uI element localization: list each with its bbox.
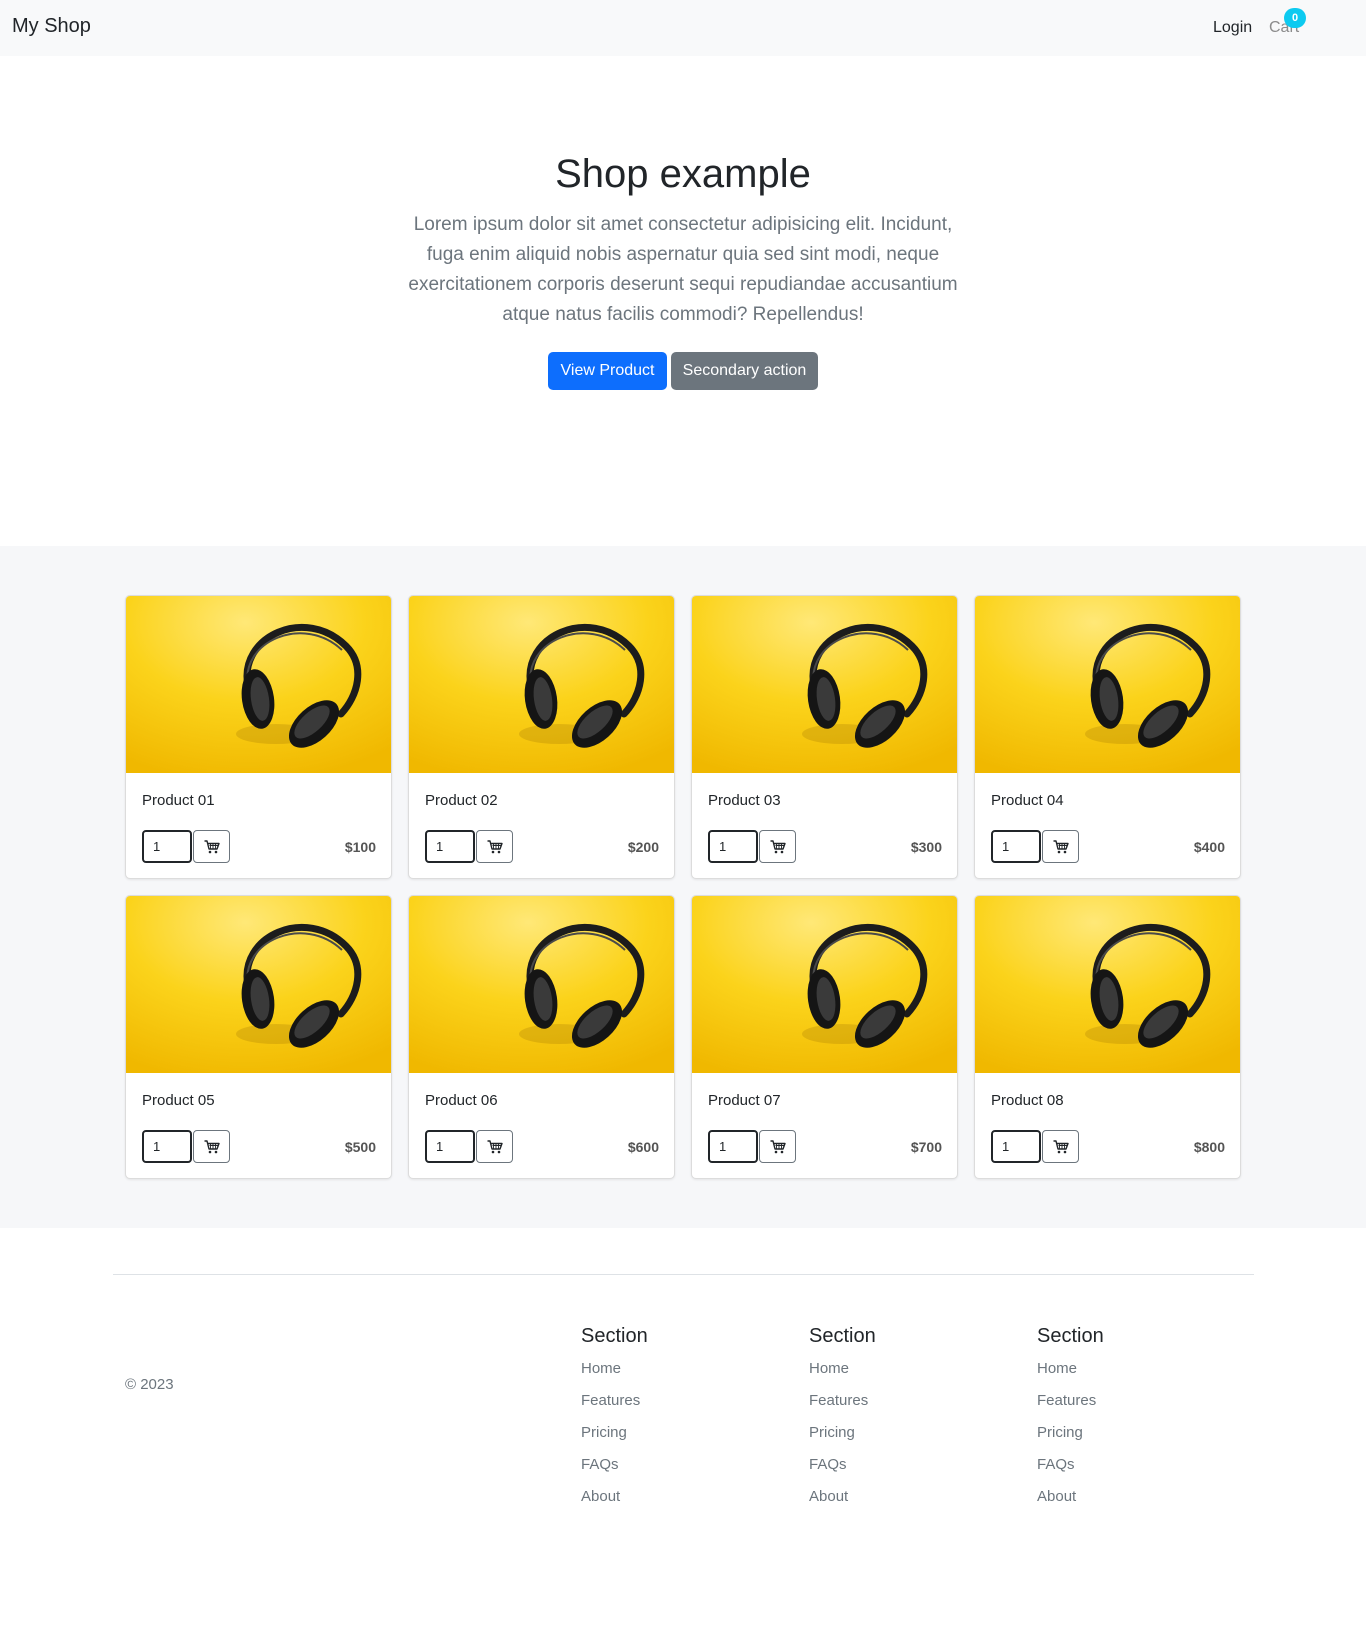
footer-link-faqs[interactable]: FAQs (809, 1454, 876, 1486)
footer-section-title: Section (809, 1325, 876, 1347)
product-image[interactable] (975, 896, 1240, 1073)
headphones-image (975, 896, 1240, 1073)
product-title: Product 05 (142, 1092, 215, 1109)
product-title: Product 07 (708, 1092, 781, 1109)
product-price: $800 (1193, 1139, 1225, 1155)
quantity-input[interactable] (708, 830, 758, 863)
footer-section-2: Section Home Features Pricing FAQs About (809, 1325, 876, 1518)
product-title: Product 08 (991, 1092, 1064, 1109)
quantity-input[interactable] (708, 1130, 758, 1163)
product-price: $500 (344, 1139, 376, 1155)
brand-link[interactable]: My Shop (12, 15, 91, 38)
footer-section-title: Section (1037, 1325, 1104, 1347)
footer-link-features[interactable]: Features (809, 1390, 876, 1422)
shopping-cart-icon (487, 1139, 503, 1153)
login-link[interactable]: Login (1213, 19, 1252, 37)
view-product-button[interactable]: View Product (548, 352, 667, 390)
footer-link-faqs[interactable]: FAQs (1037, 1454, 1104, 1486)
headphones-image (126, 896, 391, 1073)
product-title: Product 03 (708, 792, 781, 809)
add-to-cart-button[interactable] (476, 830, 513, 863)
footer-link-home[interactable]: Home (1037, 1358, 1104, 1390)
product-card: Product 04 $400 (974, 595, 1241, 879)
headphones-image (409, 596, 674, 773)
product-card: Product 08 $800 (974, 895, 1241, 1179)
footer-link-features[interactable]: Features (581, 1390, 648, 1422)
product-card: Product 01 $100 (125, 595, 392, 879)
add-to-cart-button[interactable] (476, 1130, 513, 1163)
navbar: My Shop Login Cart 0 (0, 0, 1366, 56)
footer-link-about[interactable]: About (581, 1486, 648, 1518)
product-card: Product 02 $200 (408, 595, 675, 879)
shopping-cart-icon (1053, 1139, 1069, 1153)
product-image[interactable] (692, 596, 957, 773)
headphones-image (126, 596, 391, 773)
product-image[interactable] (126, 596, 391, 773)
add-to-cart-button[interactable] (1042, 1130, 1079, 1163)
product-price: $400 (1193, 839, 1225, 855)
headphones-image (692, 596, 957, 773)
footer-link-home[interactable]: Home (581, 1358, 648, 1390)
add-to-cart-button[interactable] (1042, 830, 1079, 863)
quantity-input[interactable] (142, 830, 192, 863)
product-price: $300 (910, 839, 942, 855)
shopping-cart-icon (204, 839, 220, 853)
headphones-image (409, 896, 674, 1073)
product-title: Product 01 (142, 792, 215, 809)
product-image[interactable] (409, 596, 674, 773)
footer-link-home[interactable]: Home (809, 1358, 876, 1390)
shopping-cart-icon (487, 839, 503, 853)
product-image[interactable] (975, 596, 1240, 773)
add-to-cart-button[interactable] (759, 830, 796, 863)
product-price: $100 (344, 839, 376, 855)
footer-link-pricing[interactable]: Pricing (1037, 1422, 1104, 1454)
headphones-image (975, 596, 1240, 773)
add-to-cart-button[interactable] (193, 830, 230, 863)
hero-lead: Lorem ipsum dolor sit amet consectetur a… (408, 214, 958, 325)
product-price: $200 (627, 839, 659, 855)
footer-link-features[interactable]: Features (1037, 1390, 1104, 1422)
product-image[interactable] (409, 896, 674, 1073)
footer-section-3: Section Home Features Pricing FAQs About (1037, 1325, 1104, 1518)
footer-divider (113, 1274, 1254, 1275)
footer-link-faqs[interactable]: FAQs (581, 1454, 648, 1486)
secondary-action-button[interactable]: Secondary action (671, 352, 818, 390)
shopping-cart-icon (770, 839, 786, 853)
footer-section-1: Section Home Features Pricing FAQs About (581, 1325, 648, 1518)
footer-link-pricing[interactable]: Pricing (809, 1422, 876, 1454)
quantity-input[interactable] (991, 830, 1041, 863)
footer-link-pricing[interactable]: Pricing (581, 1422, 648, 1454)
quantity-input[interactable] (991, 1130, 1041, 1163)
product-card: Product 07 $700 (691, 895, 958, 1179)
quantity-input[interactable] (425, 1130, 475, 1163)
shopping-cart-icon (770, 1139, 786, 1153)
product-image[interactable] (126, 896, 391, 1073)
cart-count-badge: 0 (1284, 8, 1306, 28)
product-image[interactable] (692, 896, 957, 1073)
product-title: Product 06 (425, 1092, 498, 1109)
headphones-image (692, 896, 957, 1073)
product-title: Product 02 (425, 792, 498, 809)
shopping-cart-icon (1053, 839, 1069, 853)
footer-section-title: Section (581, 1325, 648, 1347)
product-card: Product 06 $600 (408, 895, 675, 1179)
quantity-input[interactable] (142, 1130, 192, 1163)
quantity-input[interactable] (425, 830, 475, 863)
product-price: $600 (627, 1139, 659, 1155)
product-title: Product 04 (991, 792, 1064, 809)
product-card: Product 03 $300 (691, 595, 958, 879)
hero-title: Shop example (555, 152, 811, 196)
footer-link-about[interactable]: About (809, 1486, 876, 1518)
product-price: $700 (910, 1139, 942, 1155)
product-card: Product 05 $500 (125, 895, 392, 1179)
shopping-cart-icon (204, 1139, 220, 1153)
add-to-cart-button[interactable] (193, 1130, 230, 1163)
copyright: © 2023 (125, 1376, 174, 1393)
footer-link-about[interactable]: About (1037, 1486, 1104, 1518)
add-to-cart-button[interactable] (759, 1130, 796, 1163)
